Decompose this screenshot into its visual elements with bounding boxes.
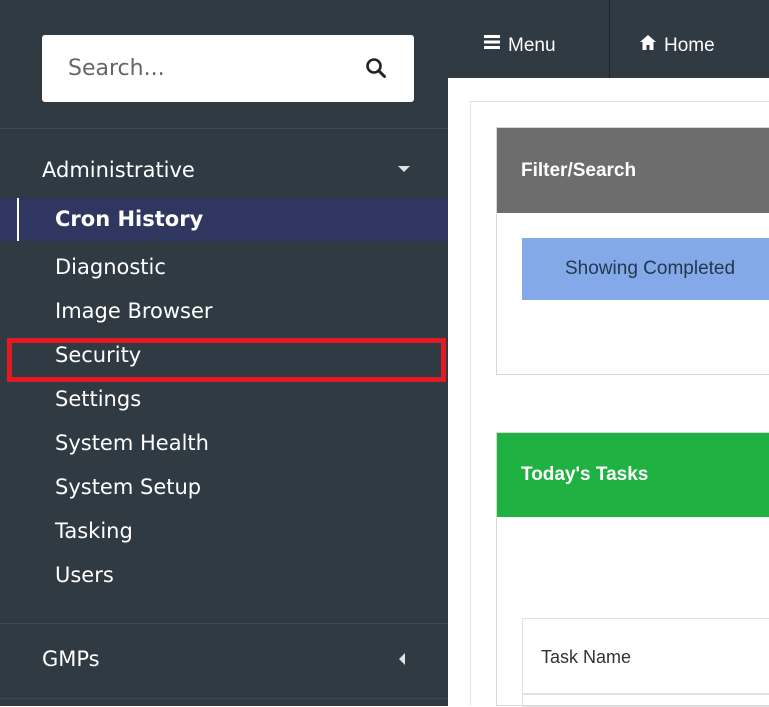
- sidebar-item-diagnostic[interactable]: Diagnostic: [0, 246, 448, 289]
- column-header-label: Task Name: [541, 647, 632, 667]
- home-button[interactable]: Home: [664, 0, 715, 78]
- showing-completed-alert: Showing Completed: [522, 238, 769, 300]
- filter-search-panel: Filter/Search Showing Completed: [496, 127, 769, 375]
- sidebar-item-cron-history[interactable]: Cron History: [0, 198, 448, 241]
- sidebar-item-settings[interactable]: Settings: [0, 378, 448, 421]
- sidebar-section-label: Administrative: [42, 158, 195, 182]
- sidebar-item-system-health[interactable]: System Health: [0, 422, 448, 465]
- sidebar: Administrative Cron History Diagnostic I…: [0, 0, 448, 706]
- topbar-separator: [609, 0, 610, 78]
- column-header-task-name[interactable]: Task Name: [523, 619, 769, 695]
- sidebar-item-label: Cron History: [55, 207, 204, 231]
- caret-down-icon: [398, 166, 410, 172]
- sidebar-item-label: System Health: [55, 431, 209, 455]
- sidebar-item-system-setup[interactable]: System Setup: [0, 466, 448, 509]
- tasks-table: Task Name: [522, 618, 769, 707]
- menu-icon: [484, 35, 500, 49]
- sidebar-section-label: GMPs: [42, 647, 100, 671]
- sidebar-item-tasking[interactable]: Tasking: [0, 510, 448, 553]
- sidebar-item-label: Users: [55, 563, 114, 587]
- search-box[interactable]: [42, 35, 414, 102]
- security-highlight-box: [7, 338, 446, 382]
- sidebar-section-gmps[interactable]: GMPs: [0, 639, 448, 679]
- sidebar-item-label: Tasking: [55, 519, 133, 543]
- sidebar-item-label: System Setup: [55, 475, 202, 499]
- sidebar-item-label: Diagnostic: [55, 255, 166, 279]
- search-icon[interactable]: [364, 56, 388, 80]
- sidebar-item-label: Settings: [55, 387, 142, 411]
- panel-title: Today's Tasks: [521, 464, 649, 485]
- alert-text: Showing Completed: [565, 258, 736, 279]
- caret-left-icon: [399, 653, 405, 665]
- sidebar-section-administrative[interactable]: Administrative: [0, 150, 448, 190]
- sidebar-item-image-browser[interactable]: Image Browser: [0, 290, 448, 333]
- home-icon: [640, 35, 656, 50]
- sidebar-divider: [0, 623, 448, 624]
- search-input[interactable]: [42, 35, 414, 102]
- sidebar-item-users[interactable]: Users: [0, 554, 448, 597]
- menu-label: Menu: [508, 35, 556, 56]
- sidebar-item-label: Image Browser: [55, 299, 213, 323]
- panel-title: Filter/Search: [521, 160, 637, 181]
- filter-search-heading[interactable]: Filter/Search: [497, 128, 769, 213]
- home-label: Home: [664, 35, 715, 56]
- todays-tasks-panel: Today's Tasks Task Name: [496, 432, 769, 707]
- sidebar-divider: [0, 128, 448, 129]
- menu-button[interactable]: Menu: [508, 0, 556, 78]
- sidebar-divider: [0, 698, 448, 699]
- todays-tasks-heading[interactable]: Today's Tasks: [497, 433, 769, 517]
